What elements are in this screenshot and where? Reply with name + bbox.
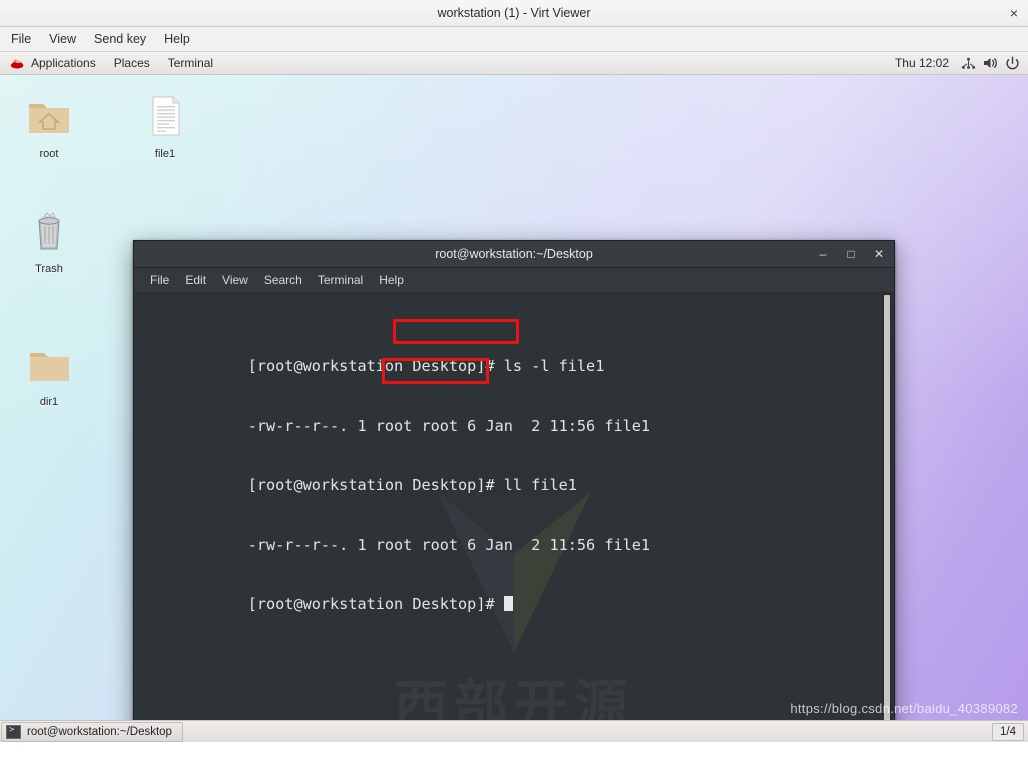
volume-icon[interactable] — [981, 54, 1000, 73]
terminal-line-text: [root@workstation Desktop]# ls -l file1 — [247, 357, 605, 376]
desktop-icon-root[interactable]: root — [9, 92, 89, 162]
guest-desktop: Applications Places Terminal Thu 12:02 r… — [0, 52, 1028, 742]
desktop-icon-label: Trash — [35, 263, 63, 275]
trash-icon — [25, 207, 73, 255]
terminal-body[interactable]: 西部开源 [root@workstation Desktop]# ls -l f… — [134, 292, 894, 742]
taskbar-window-button[interactable]: root@workstation:~/Desktop — [1, 721, 183, 742]
close-icon[interactable]: ✕ — [872, 247, 886, 261]
minimize-icon[interactable]: – — [816, 247, 830, 261]
power-icon[interactable] — [1003, 54, 1022, 73]
desktop-icon-label: file1 — [154, 148, 176, 160]
virt-viewer-titlebar: workstation (1) - Virt Viewer × — [0, 0, 1028, 27]
gnome-bottom-panel: root@workstation:~/Desktop 1/4 — [0, 720, 1028, 742]
menu-view[interactable]: View — [40, 29, 85, 49]
terminal-title: root@workstation:~/Desktop — [435, 247, 593, 261]
terminal-cursor — [503, 595, 513, 611]
terminal-window: root@workstation:~/Desktop – □ ✕ File Ed… — [133, 240, 895, 742]
terminal-menu-search[interactable]: Search — [256, 271, 310, 289]
clock[interactable]: Thu 12:02 — [888, 56, 956, 70]
terminal-line-text: -rw-r--r--. 1 root root 6 Jan 2 11:56 fi… — [247, 535, 651, 554]
folder-icon — [25, 340, 73, 388]
desktop-icon-dir1[interactable]: dir1 — [9, 340, 89, 410]
terminal-menu-edit[interactable]: Edit — [177, 271, 214, 289]
maximize-icon[interactable]: □ — [844, 247, 858, 261]
text-file-icon — [141, 92, 189, 140]
virt-viewer-menubar: File View Send key Help — [0, 27, 1028, 52]
redhat-logo-icon — [9, 55, 26, 72]
terminal-window-controls: – □ ✕ — [816, 241, 886, 267]
terminal-scrollbar[interactable] — [882, 292, 892, 742]
gnome-top-panel: Applications Places Terminal Thu 12:02 — [0, 52, 1028, 75]
terminal-icon — [6, 724, 21, 739]
terminal-menu[interactable]: Terminal — [159, 52, 222, 74]
terminal-line: -rw-r--r--. 1 root root 6 Jan 2 11:56 fi… — [138, 397, 894, 435]
workspace-indicator[interactable]: 1/4 — [992, 722, 1024, 741]
terminal-scrollbar-thumb[interactable] — [884, 295, 890, 742]
home-folder-icon — [25, 92, 73, 140]
desktop-icon-trash[interactable]: Trash — [9, 207, 89, 277]
terminal-line-text: -rw-r--r--. 1 root root 6 Jan 2 11:56 fi… — [247, 416, 651, 435]
terminal-line: [root@workstation Desktop]# — [138, 575, 894, 613]
terminal-menubar: File Edit View Search Terminal Help — [134, 268, 894, 292]
terminal-menu-help[interactable]: Help — [371, 271, 412, 289]
desktop-icon-label: root — [39, 148, 59, 160]
terminal-menu-terminal[interactable]: Terminal — [310, 271, 371, 289]
menu-file[interactable]: File — [2, 29, 40, 49]
terminal-line-text: [root@workstation Desktop]# ll file1 — [247, 476, 577, 495]
applications-label: Applications — [31, 56, 96, 70]
terminal-line: [root@workstation Desktop]# ls -l file1 — [138, 338, 894, 375]
menu-send-key[interactable]: Send key — [85, 29, 155, 49]
menu-help[interactable]: Help — [155, 29, 199, 49]
desktop-icon-file1[interactable]: file1 — [125, 92, 205, 162]
desktop-icon-label: dir1 — [39, 396, 59, 408]
close-icon[interactable]: × — [1005, 4, 1023, 22]
terminal-titlebar[interactable]: root@workstation:~/Desktop – □ ✕ — [134, 241, 894, 268]
network-icon[interactable] — [959, 54, 978, 73]
places-menu[interactable]: Places — [105, 52, 159, 74]
terminal-line: -rw-r--r--. 1 root root 6 Jan 2 11:56 fi… — [138, 516, 894, 554]
terminal-line-text: [root@workstation Desktop]# — [247, 594, 504, 613]
virt-viewer-title: workstation (1) - Virt Viewer — [437, 6, 591, 20]
terminal-menu-file[interactable]: File — [142, 271, 177, 289]
terminal-menu-view[interactable]: View — [214, 271, 256, 289]
taskbar-window-label: root@workstation:~/Desktop — [27, 725, 172, 738]
terminal-screen[interactable]: [root@workstation Desktop]# ls -l file1 … — [134, 292, 894, 742]
applications-menu[interactable]: Applications — [0, 52, 105, 74]
panel-left-group: Applications Places Terminal — [0, 52, 222, 74]
virt-viewer-window: workstation (1) - Virt Viewer × File Vie… — [0, 0, 1028, 764]
terminal-line: [root@workstation Desktop]# ll file1 — [138, 456, 894, 494]
panel-right-group: Thu 12:02 — [888, 52, 1028, 74]
